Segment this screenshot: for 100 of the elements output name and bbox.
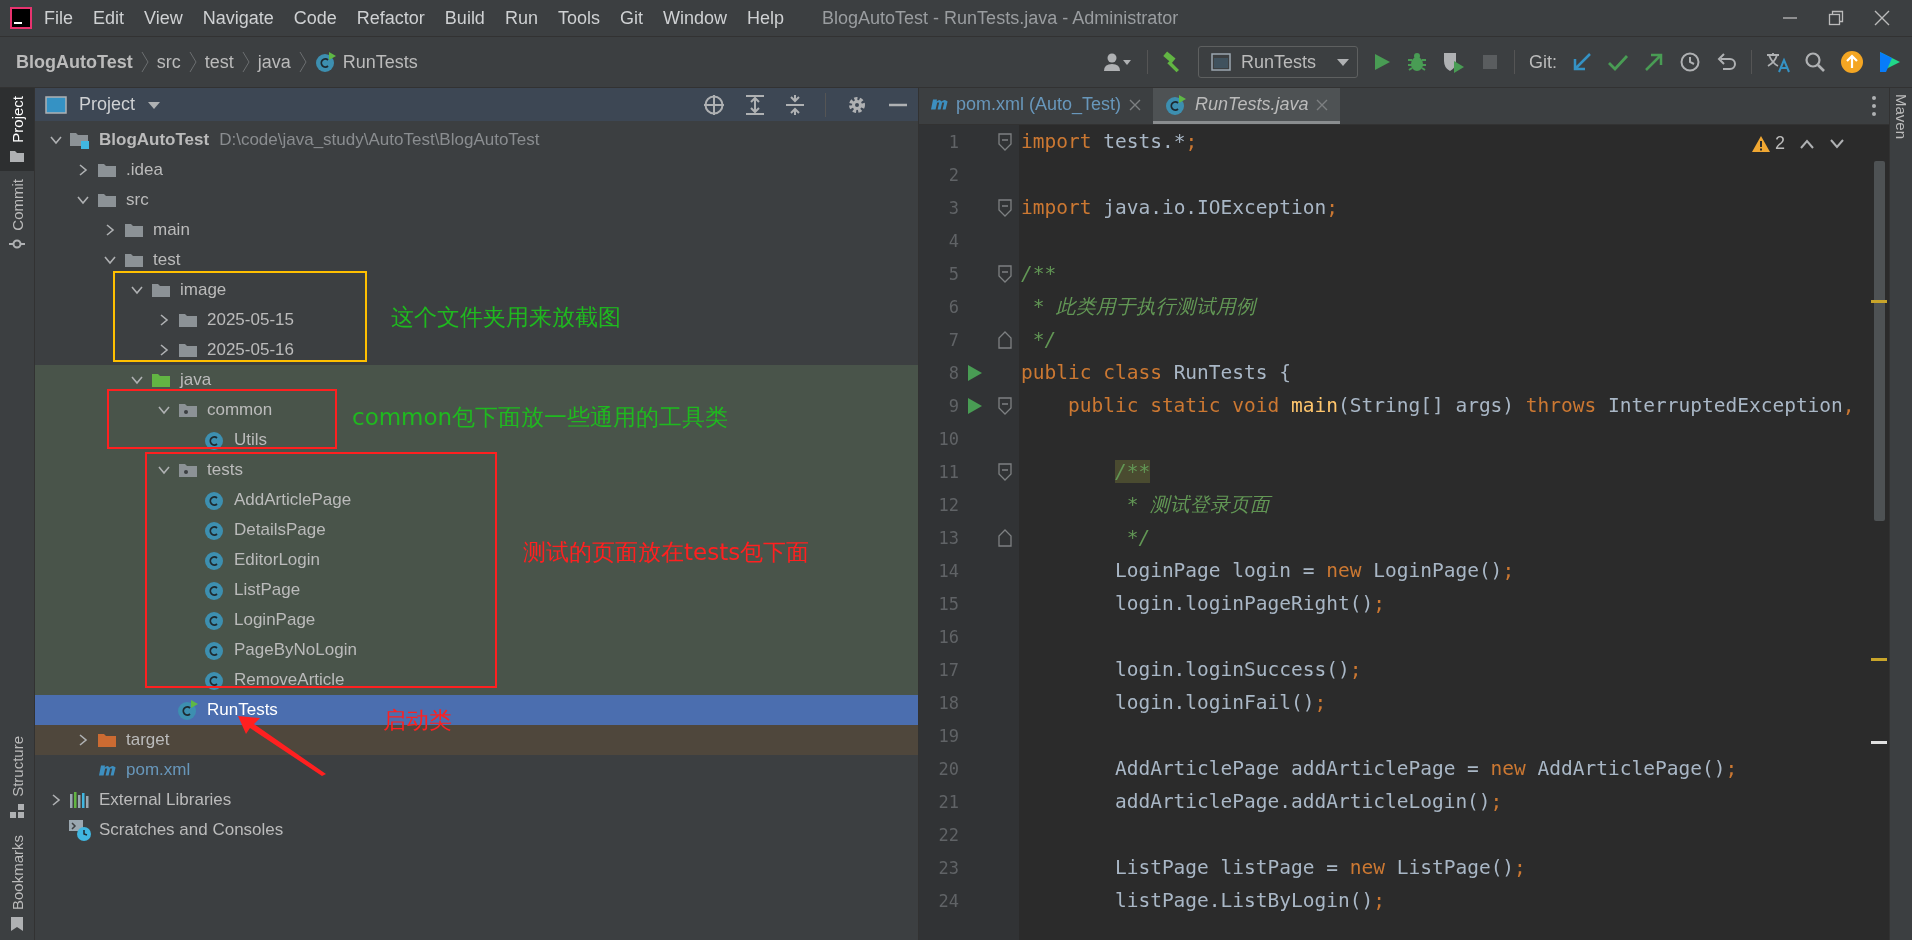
side-tab[interactable]: Commit [0,170,34,261]
tree-item[interactable]: pom.xml [126,755,191,785]
tree-item[interactable]: .idea [126,155,163,185]
menu-item[interactable]: File [44,7,73,29]
warning-count[interactable]: 2 [1751,133,1785,154]
code-line: */ [1031,328,1057,351]
breadcrumb[interactable]: test [204,51,234,73]
chevron-up-icon[interactable] [1799,137,1815,150]
fold-icon[interactable] [998,132,1012,151]
tree-item[interactable]: tests [207,455,243,485]
tree-item[interactable]: PageByNoLogin [234,635,357,665]
panel-title[interactable]: Project [79,94,136,115]
side-tab[interactable]: Structure [0,728,34,827]
tree-item[interactable]: main [153,215,190,245]
caret-icon[interactable] [147,99,162,110]
breadcrumb[interactable]: RunTests [314,51,418,73]
menu-item[interactable]: Build [444,7,485,29]
bug-icon[interactable] [1406,51,1428,73]
file-icon [98,764,116,776]
fold-icon[interactable] [998,264,1012,283]
close-icon[interactable] [1874,10,1890,26]
warning-stripe [1871,658,1887,661]
run-icon[interactable] [967,396,983,415]
tree-item[interactable]: EditorLogin [234,545,320,575]
module-path: D:\code\java_study\AutoTest\BlogAutoTest [219,130,540,150]
code-line: AddArticlePage addArticlePage = new AddArticlePage(); [1113,757,1738,780]
shield-run-icon[interactable] [1442,51,1466,73]
tree-item[interactable]: 2025-05-15 [207,305,294,335]
tree-item[interactable]: Utils [234,425,268,455]
menu-item[interactable]: Window [662,7,727,29]
tree-item[interactable]: image [180,275,227,305]
tree-item[interactable]: LoginPage [234,605,316,635]
module-name[interactable]: BlogAutoTest [99,130,210,150]
side-tab[interactable]: Project [0,88,34,171]
collapse-all-icon[interactable] [785,93,805,116]
close-icon[interactable] [1129,98,1142,111]
breadcrumb[interactable]: BlogAutoTest [16,51,133,73]
separator-icon [140,50,149,74]
folder-icon [124,251,144,269]
menu-item[interactable]: Help [747,7,785,29]
tree-item[interactable]: java [180,365,212,395]
fold-icon[interactable] [998,396,1012,415]
editor-tab[interactable]: pom.xml (Auto_Test) [919,88,1154,124]
breadcrumb[interactable]: src [156,51,181,73]
tree-item[interactable]: Scratches and Consoles [99,815,284,845]
translate-icon[interactable] [1766,51,1790,73]
editor-tab[interactable]: RunTests.java [1153,88,1341,124]
run-icon[interactable] [1372,52,1392,72]
menu-item[interactable]: Git [619,7,643,29]
update-icon[interactable] [1840,50,1864,74]
run-icon[interactable] [967,363,983,382]
expand-all-icon[interactable] [745,93,765,116]
menu-item[interactable]: Edit [93,7,125,29]
arrow-up-right-icon[interactable] [1643,51,1665,73]
breadcrumb[interactable]: java [257,51,291,73]
tree-item[interactable]: common [207,395,273,425]
crosshair-icon[interactable] [703,93,725,116]
tree-item[interactable]: External Libraries [99,785,232,815]
more-icon[interactable] [1871,95,1877,117]
package-icon [178,461,198,479]
tree-item[interactable]: 2025-05-16 [207,335,294,365]
code-line: ListPage listPage = new ListPage(); [1113,856,1526,879]
user-icon[interactable] [1103,52,1133,72]
fold-icon[interactable] [998,198,1012,217]
restore-icon[interactable] [1828,10,1844,26]
fold-icon[interactable] [998,462,1012,481]
window-icon [1211,53,1231,71]
class-icon [204,429,226,451]
tree-item[interactable]: src [126,185,149,215]
undo-icon[interactable] [1715,51,1737,73]
side-tab[interactable]: Bookmarks [0,826,34,940]
fold-icon[interactable] [998,528,1012,547]
arrow-down-left-icon[interactable] [1571,51,1593,73]
tree-item[interactable]: DetailsPage [234,515,326,545]
tree-item[interactable]: ListPage [234,575,301,605]
class-icon [204,519,226,541]
chevron-down-icon[interactable] [1829,137,1845,150]
menu-item[interactable]: Navigate [202,7,274,29]
tree-item[interactable]: test [153,245,181,275]
tree-item[interactable]: target [126,725,170,755]
menu-item[interactable]: Tools [557,7,600,29]
side-tab[interactable]: Maven [1890,88,1912,149]
menu-item[interactable]: Run [504,7,538,29]
search-icon[interactable] [1804,51,1826,73]
menu-item[interactable]: Code [293,7,337,29]
triangle-logo-icon[interactable] [1878,50,1902,74]
run-configuration-dropdown[interactable]: RunTests [1198,46,1358,78]
code-line: * 此类用于执行测试用例 [1031,294,1257,320]
tree-item[interactable]: AddArticlePage [234,485,352,515]
libraries-icon [69,791,91,809]
code-line: /** [1021,262,1057,285]
code-line: public static void main(String[] args) throws InterruptedException, [1066,394,1855,417]
menu-item[interactable]: View [144,7,183,29]
fold-icon[interactable] [998,330,1012,349]
tree-item[interactable]: RemoveArticle [234,665,345,695]
history-icon[interactable] [1679,51,1701,73]
scrollbar[interactable] [1874,161,1885,521]
menu-item[interactable]: Refactor [356,7,425,29]
tree-item[interactable]: RunTests [207,695,278,725]
folder-icon [151,371,171,389]
